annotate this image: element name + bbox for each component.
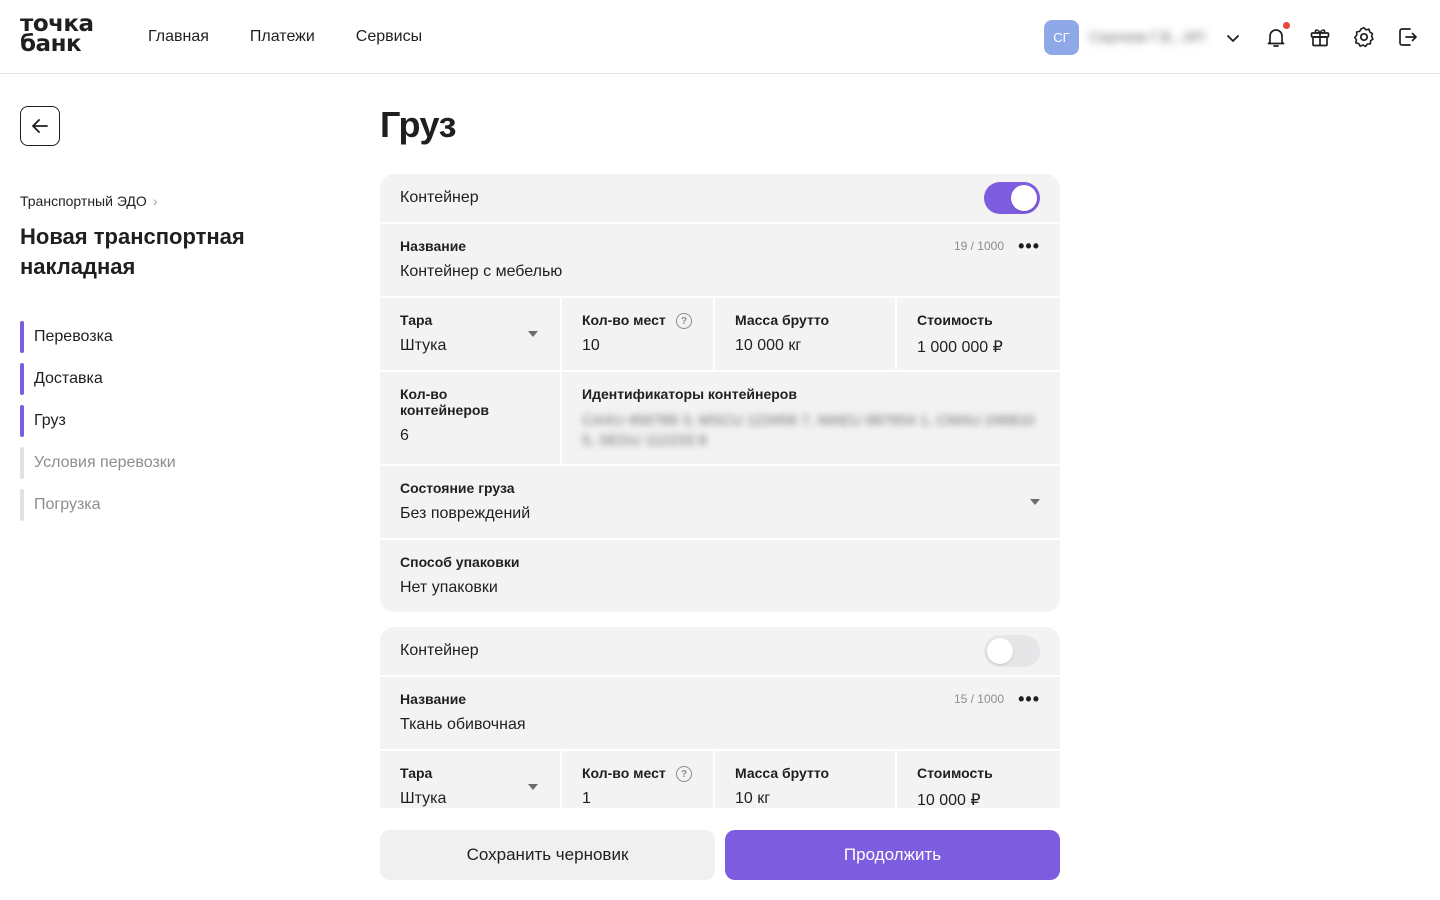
more-dots-icon[interactable]: ••• (1018, 236, 1040, 257)
container-ids-field[interactable]: Идентификаторы контейнеров CAXU 456789 3… (562, 372, 1060, 464)
places-field[interactable]: Кол-во мест 10 ? (562, 298, 715, 370)
toggle-knob (987, 638, 1013, 664)
container-ids-value: CAXU 456789 3, MSCU 123456 7, MAEU 98765… (582, 412, 1035, 449)
containers-count-field[interactable]: Кол-во контейнеров 6 (380, 372, 562, 464)
notifications-button[interactable] (1264, 22, 1290, 49)
dropdown-caret-icon (528, 784, 538, 790)
cost-field[interactable]: Стоимость 1 000 000 ₽ (897, 298, 1060, 370)
chevron-down-icon[interactable] (1225, 30, 1241, 46)
user-menu[interactable]: СГ Сергеев Г.В., ИП (1044, 20, 1241, 55)
field-label: Тара (400, 765, 433, 781)
cost-value: 10 000 ₽ (917, 792, 981, 808)
field-label: Название (400, 691, 467, 707)
logo-line-2: банк (20, 31, 82, 57)
field-label: Масса брутто (735, 312, 830, 328)
gifts-button[interactable] (1308, 25, 1332, 49)
step-cargo[interactable]: Груз (20, 405, 176, 437)
char-counter: 15 / 1000 (953, 692, 1004, 706)
avatar[interactable]: СГ (1044, 20, 1079, 55)
step-loading[interactable]: Погрузка (20, 489, 176, 521)
cargo-card: Контейнер Название Контейнер с мебелью 1… (380, 174, 1060, 612)
page-title: Груз (380, 104, 457, 145)
container-toggle-row: Контейнер (380, 627, 1060, 677)
document-title: Новая транспортная накладная (20, 224, 245, 279)
nav-item-main[interactable]: Главная (148, 28, 209, 46)
mass-value: 10 кг (735, 790, 771, 807)
state-select[interactable]: Состояние груза Без повреждений (380, 466, 1060, 538)
char-counter: 19 / 1000 (953, 239, 1004, 253)
state-value: Без повреждений (400, 505, 531, 522)
tara-select[interactable]: Тара Штука (380, 751, 562, 808)
places-value: 1 (582, 790, 591, 807)
step-transport[interactable]: Перевозка (20, 321, 176, 353)
bank-logo[interactable]: точка банк (20, 13, 94, 57)
user-name[interactable]: Сергеев Г.В., ИП (1089, 29, 1217, 46)
settings-button[interactable] (1352, 25, 1376, 49)
mass-field[interactable]: Масса брутто 10 кг (715, 751, 897, 808)
notification-dot (1283, 22, 1290, 29)
main-nav: Главная Платежи Сервисы (148, 28, 422, 46)
field-label: Состояние груза (400, 480, 515, 496)
more-dots-icon[interactable]: ••• (1018, 689, 1040, 710)
logout-icon (1399, 28, 1417, 46)
chevron-right-icon: › (152, 193, 158, 209)
help-icon[interactable]: ? (676, 766, 692, 782)
name-value: Ткань обивочная (400, 716, 526, 733)
dropdown-caret-icon (1030, 499, 1040, 505)
field-label: Идентификаторы контейнеров (582, 386, 797, 402)
name-field[interactable]: Название Ткань обивочная 15 / 1000 ••• (380, 677, 1060, 749)
container-label: Контейнер (400, 189, 479, 206)
top-bar: точка банк Главная Платежи Сервисы СГ Се… (0, 0, 1440, 74)
name-field[interactable]: Название Контейнер с мебелью 19 / 1000 •… (380, 224, 1060, 296)
step-list: Перевозка Доставка Груз Условия перевозк… (20, 321, 176, 531)
cost-value: 1 000 000 ₽ (917, 339, 1003, 356)
packing-value: Нет упаковки (400, 579, 498, 596)
toggle-knob (1011, 185, 1037, 211)
name-value: Контейнер с мебелью (400, 263, 563, 280)
gear-icon (1354, 27, 1374, 48)
container-toggle-row: Контейнер (380, 174, 1060, 224)
mass-field[interactable]: Масса брутто 10 000 кг (715, 298, 897, 370)
help-icon[interactable]: ? (676, 313, 692, 329)
breadcrumb[interactable]: Транспортный ЭДО › (20, 193, 157, 209)
mass-value: 10 000 кг (735, 337, 802, 354)
back-arrow-icon (32, 119, 48, 133)
nav-item-services[interactable]: Сервисы (356, 28, 422, 46)
cost-field[interactable]: Стоимость 10 000 ₽ (897, 751, 1060, 808)
container-toggle[interactable] (984, 182, 1040, 214)
tara-value: Штука (400, 337, 447, 354)
container-label: Контейнер (400, 642, 479, 659)
tara-value: Штука (400, 790, 447, 807)
cargo-card: Контейнер Название Ткань обивочная 15 / … (380, 627, 1060, 808)
save-draft-button[interactable]: Сохранить черновик (380, 830, 715, 880)
field-label: Название (400, 238, 467, 254)
cargo-list[interactable]: Контейнер Название Контейнер с мебелью 1… (380, 174, 1060, 808)
nav-item-payments[interactable]: Платежи (250, 28, 315, 46)
step-conditions[interactable]: Условия перевозки (20, 447, 176, 479)
step-delivery[interactable]: Доставка (20, 363, 176, 395)
field-label: Тара (400, 312, 433, 328)
breadcrumb-item[interactable]: Транспортный ЭДО (20, 193, 147, 209)
field-label: Стоимость (917, 312, 993, 328)
logout-button[interactable] (1396, 25, 1420, 49)
field-label: Способ упаковки (400, 554, 520, 570)
packing-field[interactable]: Способ упаковки Нет упаковки (380, 540, 1060, 612)
field-label: Кол-во контейнеров (400, 386, 490, 418)
field-label: Стоимость (917, 765, 993, 781)
gift-icon (1310, 29, 1330, 47)
containers-count-value: 6 (400, 427, 409, 444)
field-label: Масса брутто (735, 765, 830, 781)
places-field[interactable]: Кол-во мест 1 ? (562, 751, 715, 808)
tara-select[interactable]: Тара Штука (380, 298, 562, 370)
back-button[interactable] (20, 106, 60, 146)
dropdown-caret-icon (528, 331, 538, 337)
container-toggle[interactable] (984, 635, 1040, 667)
places-value: 10 (582, 337, 600, 354)
continue-button[interactable]: Продолжить (725, 830, 1060, 880)
